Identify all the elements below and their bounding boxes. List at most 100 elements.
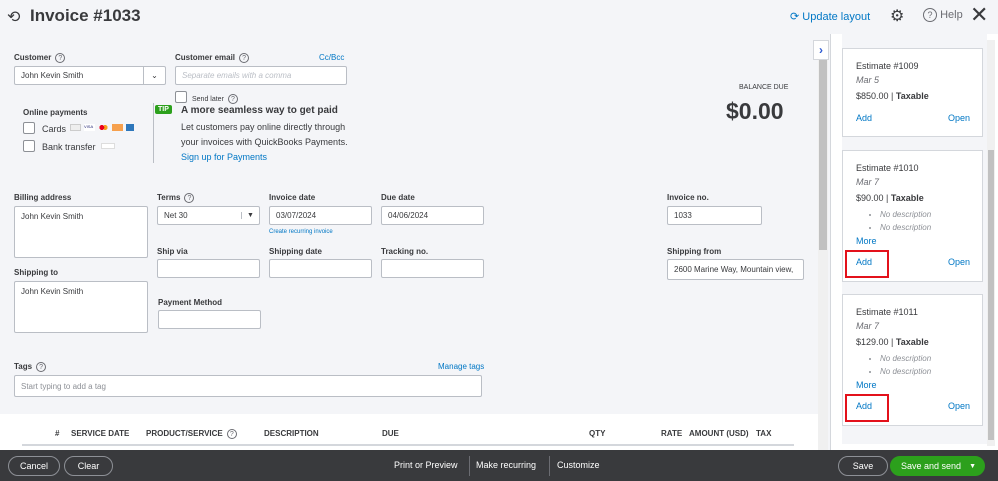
table-header-rule bbox=[22, 444, 794, 446]
balance-due-value: $0.00 bbox=[726, 98, 784, 124]
chevron-down-icon: ⌄ bbox=[143, 67, 165, 84]
sign-up-payments-link[interactable]: Sign up for Payments bbox=[181, 152, 267, 162]
customize-button[interactable]: Customize bbox=[557, 460, 600, 470]
col-due: DUE bbox=[382, 429, 399, 438]
due-date-input[interactable]: 04/06/2024 bbox=[381, 206, 484, 225]
email-label: Customer email? bbox=[175, 53, 250, 63]
bank-transfer-checkbox[interactable] bbox=[23, 140, 35, 152]
mastercard-icon bbox=[98, 124, 109, 131]
email-input[interactable]: Separate emails with a comma bbox=[175, 66, 347, 85]
col-qty: QTY bbox=[589, 429, 606, 438]
clear-button[interactable]: Clear bbox=[64, 456, 113, 476]
estimate-date: Mar 7 bbox=[856, 321, 880, 331]
line-description: No description bbox=[880, 352, 969, 365]
panel-scrollbar[interactable] bbox=[987, 40, 995, 446]
invoice-date-input[interactable]: 03/07/2024 bbox=[269, 206, 372, 225]
estimate-amount: $850.00 | Taxable bbox=[856, 91, 929, 101]
save-and-send-button[interactable]: Save and send ▼ bbox=[890, 456, 985, 476]
customer-select[interactable]: John Kevin Smith ⌄ bbox=[14, 66, 166, 85]
help-button[interactable]: ? Help bbox=[919, 8, 963, 22]
estimate-title: Estimate #1009 bbox=[856, 61, 919, 71]
invoice-no-label: Invoice no. bbox=[667, 193, 709, 202]
history-icon[interactable]: ⟲ bbox=[7, 7, 20, 27]
open-estimate-link[interactable]: Open bbox=[948, 113, 970, 123]
shipping-to-input[interactable]: John Kevin Smith bbox=[14, 281, 148, 333]
shipping-date-input[interactable] bbox=[269, 259, 372, 278]
shipping-from-label: Shipping from bbox=[667, 247, 722, 256]
tracking-input[interactable] bbox=[381, 259, 484, 278]
shipping-to-label: Shipping to bbox=[14, 268, 58, 277]
ship-via-input[interactable] bbox=[157, 259, 260, 278]
more-link[interactable]: More bbox=[856, 380, 877, 390]
customer-label: Customer? bbox=[14, 53, 66, 63]
invoice-date-label: Invoice date bbox=[269, 193, 316, 202]
tip-badge: TIP bbox=[155, 105, 172, 114]
main-scrollbar[interactable] bbox=[818, 58, 828, 450]
divider bbox=[469, 456, 470, 476]
col-number: # bbox=[55, 429, 60, 438]
tip-body-1: Let customers pay online directly throug… bbox=[181, 122, 346, 132]
highlight-box bbox=[845, 250, 889, 278]
payment-method-input[interactable] bbox=[158, 310, 261, 329]
send-later-label: Send later? bbox=[192, 94, 238, 104]
terms-select[interactable]: Net 30 ▼ bbox=[157, 206, 260, 225]
send-later-checkbox[interactable] bbox=[175, 91, 187, 103]
add-estimate-button[interactable]: Add bbox=[856, 113, 872, 123]
cancel-button[interactable]: Cancel bbox=[8, 456, 60, 476]
col-rate: RATE bbox=[661, 429, 683, 438]
col-tax: TAX bbox=[756, 429, 772, 438]
open-estimate-link[interactable]: Open bbox=[948, 401, 970, 411]
shipping-date-label: Shipping date bbox=[269, 247, 322, 256]
terms-label: Terms? bbox=[157, 193, 195, 203]
estimate-title: Estimate #1011 bbox=[856, 307, 918, 317]
caret-down-icon[interactable]: ▼ bbox=[969, 463, 976, 470]
cards-checkbox[interactable] bbox=[23, 122, 35, 134]
tags-input[interactable]: Start typing to add a tag bbox=[14, 375, 482, 397]
invoice-no-input[interactable]: 1033 bbox=[667, 206, 762, 225]
estimate-card-1009: Estimate #1009 Mar 5 $850.00 | Taxable A… bbox=[842, 48, 983, 137]
col-amount: AMOUNT (USD) bbox=[689, 429, 749, 438]
visa-icon: VISA bbox=[84, 124, 95, 131]
due-date-label: Due date bbox=[381, 193, 415, 202]
open-estimate-link[interactable]: Open bbox=[948, 257, 970, 267]
scrollbar-thumb[interactable] bbox=[819, 60, 827, 250]
tip-title: A more seamless way to get paid bbox=[181, 105, 338, 116]
divider bbox=[153, 103, 154, 163]
help-icon: ? bbox=[923, 8, 937, 22]
payment-method-label: Payment Method bbox=[158, 298, 223, 307]
billing-address-input[interactable]: John Kevin Smith bbox=[14, 206, 148, 258]
tracking-label: Tracking no. bbox=[381, 247, 429, 256]
col-service-date: SERVICE DATE bbox=[71, 429, 130, 438]
refresh-icon: ⟳ bbox=[790, 11, 803, 23]
update-layout-button[interactable]: ⟳ Update layout bbox=[790, 10, 870, 23]
create-recurring-link[interactable]: Create recurring invoice bbox=[269, 229, 333, 235]
tags-label: Tags? bbox=[14, 362, 47, 372]
page-title: Invoice #1033 bbox=[30, 6, 141, 25]
estimate-title: Estimate #1010 bbox=[856, 163, 919, 173]
discover-icon bbox=[112, 124, 123, 131]
col-product-service: PRODUCT/SERVICE? bbox=[146, 429, 237, 439]
estimate-date: Mar 7 bbox=[856, 177, 880, 187]
gear-icon[interactable]: ⚙ bbox=[890, 6, 904, 26]
print-preview-button[interactable]: Print or Preview bbox=[394, 460, 458, 470]
collapse-panel-button[interactable]: › bbox=[813, 40, 829, 60]
highlight-box bbox=[845, 394, 889, 422]
card-logos: VISA bbox=[70, 124, 134, 131]
bank-icon bbox=[101, 143, 115, 149]
save-button[interactable]: Save bbox=[838, 456, 888, 476]
tip-body-2: your invoices with QuickBooks Payments. bbox=[181, 137, 348, 147]
bank-transfer-label: Bank transfer bbox=[42, 142, 96, 152]
close-icon[interactable]: ✕ bbox=[970, 2, 988, 28]
cards-label: Cards bbox=[42, 124, 67, 134]
more-link[interactable]: More bbox=[856, 236, 877, 246]
ccbcc-link[interactable]: Cc/Bcc bbox=[319, 53, 344, 62]
billing-label: Billing address bbox=[14, 193, 72, 202]
shipping-from-input[interactable]: 2600 Marine Way, Mountain view, bbox=[667, 259, 804, 280]
ship-via-label: Ship via bbox=[157, 247, 188, 256]
estimate-amount: $129.00 | Taxable bbox=[856, 337, 929, 347]
online-payments-label: Online payments bbox=[23, 108, 88, 117]
line-description: No description bbox=[880, 221, 969, 234]
make-recurring-button[interactable]: Make recurring bbox=[476, 460, 536, 470]
estimate-date: Mar 5 bbox=[856, 75, 880, 85]
manage-tags-link[interactable]: Manage tags bbox=[438, 362, 484, 371]
